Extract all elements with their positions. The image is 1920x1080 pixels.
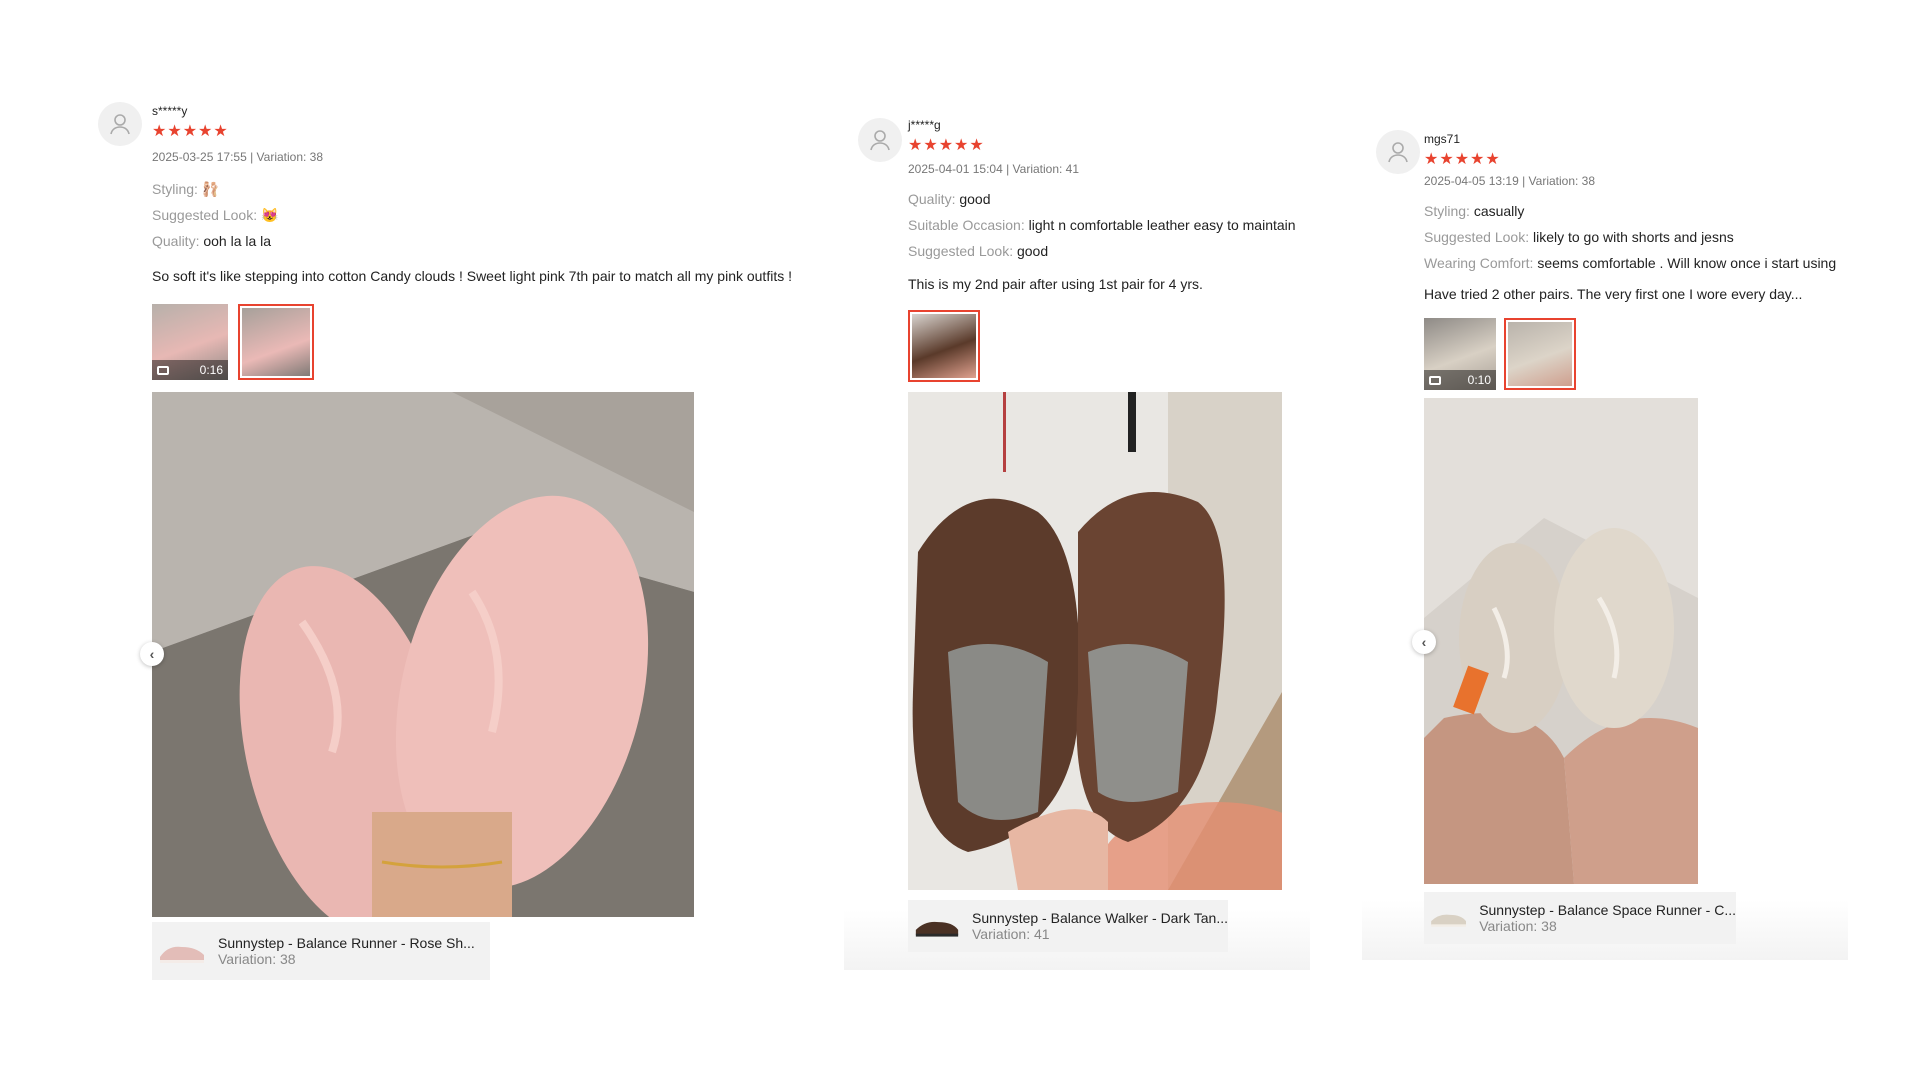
review-date-variation: 2025-04-05 13:19 | Variation: 38 (1424, 174, 1596, 188)
product-info: Sunnystep - Balance Space Runner - C... … (1479, 902, 1736, 934)
review-attributes: Styling: casually Suggested Look: likely… (1424, 198, 1836, 276)
video-camera-icon (157, 365, 169, 375)
user-avatar-icon (870, 130, 890, 151)
product-title: Sunnystep - Balance Runner - Rose Sh... (218, 935, 475, 951)
attribute-row: Suitable Occasion: light n comfortable l… (908, 212, 1296, 238)
chevron-left-icon[interactable]: ‹ (1412, 630, 1436, 654)
attribute-row: Suggested Look: 😻 (152, 202, 278, 228)
video-duration-bar: 0:16 (152, 360, 228, 380)
video-duration: 0:16 (199, 363, 223, 377)
video-thumbnail[interactable]: 0:16 (152, 304, 228, 380)
product-info: Sunnystep - Balance Runner - Rose Sh... … (218, 935, 475, 967)
attribute-value: light n comfortable leather easy to main… (1028, 217, 1296, 233)
product-card[interactable]: Sunnystep - Balance Space Runner - C... … (1424, 892, 1736, 944)
video-camera-icon (1429, 375, 1441, 385)
video-thumbnail[interactable]: 0:10 (1424, 318, 1496, 390)
product-title: Sunnystep - Balance Space Runner - C... (1479, 902, 1736, 918)
user-avatar-icon (110, 114, 130, 135)
rating-stars: ★★★★★ (1424, 151, 1501, 168)
attribute-row: Styling: casually (1424, 198, 1836, 224)
attribute-label: Wearing Comfort: (1424, 255, 1538, 271)
attribute-value: ooh la la la (203, 233, 272, 249)
brown-loafers-image (908, 392, 1282, 890)
reviewer-avatar (1376, 130, 1420, 174)
photo-thumbnail-selected[interactable] (908, 310, 980, 382)
product-variation: Variation: 41 (972, 926, 1050, 942)
review-photo[interactable] (1424, 398, 1698, 884)
attribute-value: 😻 (260, 207, 279, 223)
attribute-value: good (959, 191, 991, 207)
attribute-label: Suitable Occasion: (908, 217, 1029, 233)
attribute-label: Styling: (152, 181, 202, 197)
attribute-label: Suggested Look: (152, 207, 261, 223)
attribute-label: Styling: (1424, 203, 1474, 219)
review-text: This is my 2nd pair after using 1st pair… (908, 276, 1203, 292)
review-attributes: Quality: good Suitable Occasion: light n… (908, 186, 1296, 264)
review-card: s*****y ★★★★★ 2025-03-25 17:55 | Variati… (96, 96, 856, 996)
attribute-row: Suggested Look: likely to go with shorts… (1424, 224, 1836, 250)
attribute-label: Quality: (152, 233, 204, 249)
attribute-value: seems comfortable . Will know once i sta… (1537, 255, 1837, 271)
attribute-row: Suggested Look: good (908, 238, 1296, 264)
review-attributes: Styling: 🩰 Suggested Look: 😻 Quality: oo… (152, 176, 278, 254)
user-avatar-icon (1388, 142, 1408, 163)
reviewer-avatar (858, 118, 902, 162)
attribute-value: 🩰 (201, 181, 220, 197)
reviewer-name: s*****y (152, 104, 188, 118)
review-date-variation: 2025-03-25 17:55 | Variation: 38 (152, 150, 324, 164)
product-info: Sunnystep - Balance Walker - Dark Tan...… (972, 910, 1228, 942)
rating-stars: ★★★★★ (908, 137, 985, 154)
product-title: Sunnystep - Balance Walker - Dark Tan... (972, 910, 1228, 926)
product-variation: Variation: 38 (1479, 918, 1557, 934)
beige-sneakers-image (1424, 398, 1698, 884)
reviewer-name: j*****g (908, 118, 941, 132)
review-photo[interactable] (152, 392, 694, 917)
product-card[interactable]: Sunnystep - Balance Runner - Rose Sh... … (152, 922, 490, 980)
review-date-variation: 2025-04-01 15:04 | Variation: 41 (908, 162, 1080, 176)
attribute-row: Quality: ooh la la la (152, 228, 278, 254)
pink-sneakers-image (152, 392, 694, 917)
video-duration-bar: 0:10 (1424, 370, 1496, 390)
rating-stars: ★★★★★ (152, 123, 229, 140)
attribute-row: Styling: 🩰 (152, 176, 278, 202)
attribute-row: Quality: good (908, 186, 1296, 212)
video-duration: 0:10 (1467, 373, 1491, 387)
attribute-value: likely to go with shorts and jesns (1532, 229, 1734, 245)
review-text: So soft it's like stepping into cotton C… (152, 268, 792, 284)
attribute-label: Quality: (908, 191, 960, 207)
product-card[interactable]: Sunnystep - Balance Walker - Dark Tan...… (908, 900, 1228, 952)
reviewer-avatar (98, 102, 142, 146)
review-photo[interactable] (908, 392, 1282, 890)
product-thumbnail (160, 946, 204, 963)
photo-thumbnail-selected[interactable] (238, 304, 314, 380)
review-card: j*****g ★★★★★ 2025-04-01 15:04 | Variati… (844, 110, 1310, 970)
review-text: Have tried 2 other pairs. The very first… (1424, 286, 1803, 302)
attribute-row: Wearing Comfort: seems comfortable . Wil… (1424, 250, 1836, 276)
attribute-value: good (1016, 243, 1049, 259)
product-thumbnail (1431, 914, 1467, 927)
photo-thumbnail-selected[interactable] (1504, 318, 1576, 390)
review-card: mgs71 ★★★★★ 2025-04-05 13:19 | Variation… (1362, 124, 1848, 960)
attribute-label: Suggested Look: (1424, 229, 1533, 245)
chevron-left-icon[interactable]: ‹ (140, 642, 164, 666)
product-thumbnail (915, 921, 959, 937)
reviewer-name: mgs71 (1424, 132, 1461, 146)
product-variation: Variation: 38 (218, 951, 296, 967)
attribute-label: Suggested Look: (908, 243, 1017, 259)
attribute-value: casually (1473, 203, 1525, 219)
